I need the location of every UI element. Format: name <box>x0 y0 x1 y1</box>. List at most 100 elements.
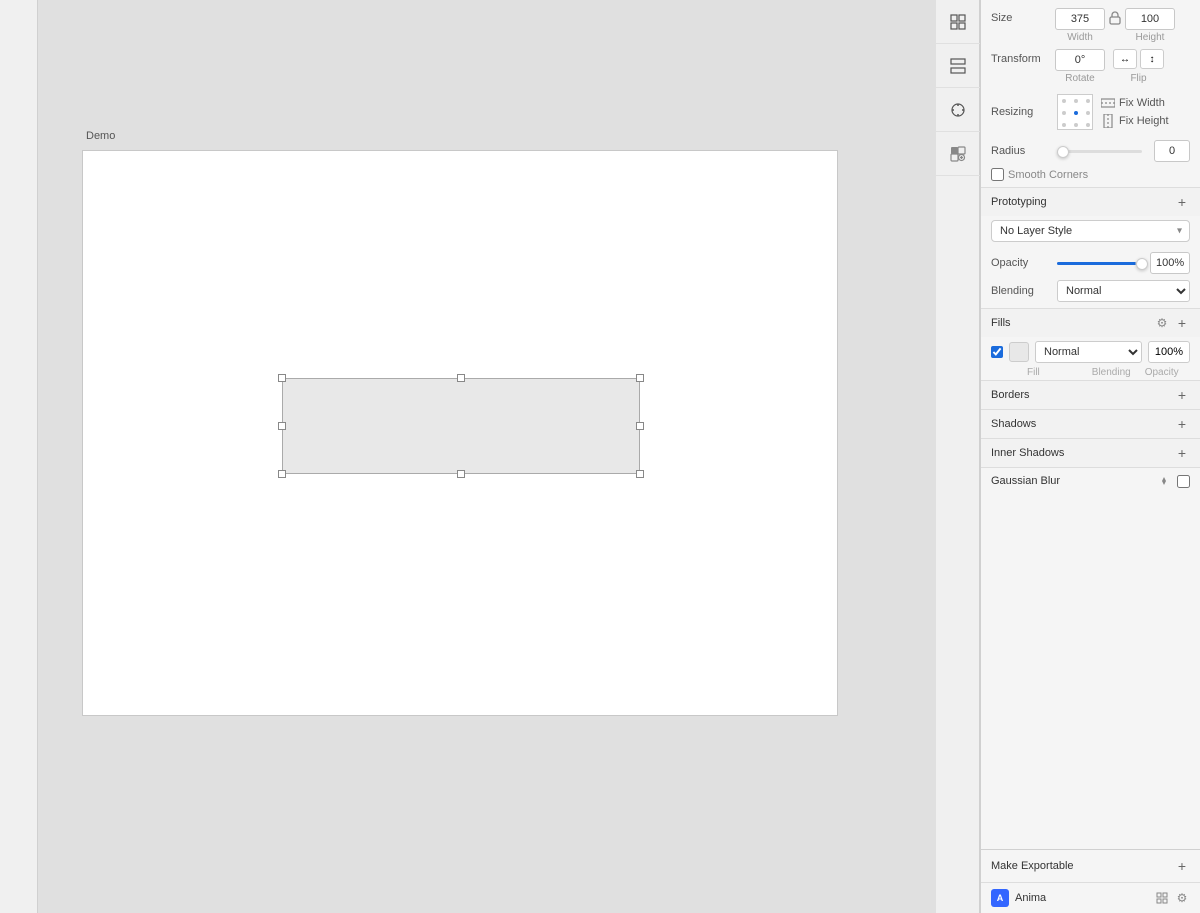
panel-btn-layout[interactable] <box>936 0 980 44</box>
make-exportable-row: Make Exportable + <box>981 849 1200 882</box>
panel-spacer <box>981 494 1200 849</box>
selected-element[interactable] <box>282 378 640 474</box>
handle-bottom-center[interactable] <box>457 470 465 478</box>
resizing-label: Resizing <box>991 106 1051 118</box>
width-input[interactable] <box>1055 8 1105 30</box>
shadows-label: Shadows <box>991 418 1036 430</box>
smooth-corners-checkbox[interactable] <box>991 168 1004 181</box>
height-label: Height <box>1136 32 1165 43</box>
borders-add-btn[interactable]: + <box>1174 387 1190 403</box>
selection-border <box>282 378 640 474</box>
fill-color-swatch[interactable] <box>1009 342 1029 362</box>
artboard[interactable] <box>82 150 838 716</box>
width-group: Width <box>1055 8 1105 43</box>
panel-icon-toolbar <box>936 0 980 913</box>
resizing-controls: Fix Width Fix Height <box>1057 94 1169 130</box>
fills-actions: ⚙ + <box>1154 315 1190 331</box>
make-exportable-label: Make Exportable <box>991 860 1074 872</box>
fix-height-label: Fix Height <box>1119 115 1169 127</box>
handle-mid-right[interactable] <box>636 422 644 430</box>
width-label: Width <box>1067 32 1093 43</box>
radius-slider[interactable] <box>1057 150 1142 153</box>
make-exportable-add-btn[interactable]: + <box>1174 858 1190 874</box>
opacity-label: Opacity <box>991 257 1051 269</box>
blending-label: Blending <box>991 285 1051 297</box>
flip-label: Flip <box>1113 73 1164 84</box>
handle-top-center[interactable] <box>457 374 465 382</box>
prototyping-header: Prototyping + <box>981 187 1200 216</box>
transform-section: Transform Rotate ↔ ↕ Flip <box>981 43 1200 84</box>
anima-layers-btn[interactable] <box>1154 890 1170 906</box>
handle-mid-left[interactable] <box>278 422 286 430</box>
left-toolbar <box>0 0 38 913</box>
opacity-thumb[interactable] <box>1136 258 1148 270</box>
fix-width-label: Fix Width <box>1119 97 1165 109</box>
resizing-section: Resizing <box>981 88 1200 136</box>
inner-shadows-header: Inner Shadows + <box>981 438 1200 467</box>
opacity-slider[interactable] <box>1057 262 1144 265</box>
flip-h-btn[interactable]: ↔ <box>1113 49 1137 69</box>
smooth-corners-row: Smooth Corners <box>981 168 1200 187</box>
fill-item: Normal <box>981 337 1200 367</box>
panel-btn-layers[interactable] <box>936 44 980 88</box>
anima-gear-btn[interactable]: ⚙ <box>1174 890 1190 906</box>
borders-label: Borders <box>991 389 1030 401</box>
radius-input[interactable] <box>1154 140 1190 162</box>
canvas-area: Demo <box>38 0 936 913</box>
layer-style-row: No Layer Style <box>981 216 1200 248</box>
transform-label: Transform <box>991 49 1051 65</box>
fills-gear-btn[interactable]: ⚙ <box>1154 315 1170 331</box>
size-label: Size <box>991 8 1051 24</box>
shadows-header: Shadows + <box>981 409 1200 438</box>
radius-label: Radius <box>991 145 1051 157</box>
panel-btn-inspect[interactable] <box>936 88 980 132</box>
opacity-input[interactable] <box>1150 252 1190 274</box>
handle-top-left[interactable] <box>278 374 286 382</box>
flip-controls: ↔ ↕ Flip <box>1113 49 1164 84</box>
prototyping-add-btn[interactable]: + <box>1174 194 1190 210</box>
fills-label: Fills <box>991 317 1011 329</box>
blending-select[interactable]: Normal <box>1057 280 1190 302</box>
handle-top-right[interactable] <box>636 374 644 382</box>
layer-style-select-wrapper: No Layer Style <box>991 220 1190 242</box>
panel-btn-assets[interactable] <box>936 132 980 176</box>
artboard-label: Demo <box>86 130 115 142</box>
resizing-grid[interactable] <box>1057 94 1093 130</box>
inner-shadows-add-btn[interactable]: + <box>1174 445 1190 461</box>
layer-style-select[interactable]: No Layer Style <box>991 220 1190 242</box>
shadows-add-btn[interactable]: + <box>1174 416 1190 432</box>
properties-panel: Size Width Height Transfor <box>980 0 1200 913</box>
fill-checkbox[interactable] <box>991 346 1003 358</box>
fix-width-option[interactable]: Fix Width <box>1101 96 1169 110</box>
flip-buttons: ↔ ↕ <box>1113 49 1164 69</box>
height-input[interactable] <box>1125 8 1175 30</box>
height-group: Height <box>1125 8 1175 43</box>
rotate-label: Rotate <box>1065 73 1094 84</box>
flip-v-btn[interactable]: ↕ <box>1140 49 1164 69</box>
fix-options: Fix Width Fix Height <box>1101 96 1169 128</box>
handle-bottom-left[interactable] <box>278 470 286 478</box>
gaussian-blur-row: Gaussian Blur <box>981 467 1200 494</box>
blending-select-wrapper: Normal <box>1057 280 1190 302</box>
fix-height-option[interactable]: Fix Height <box>1101 114 1169 128</box>
rotate-input[interactable] <box>1055 49 1105 71</box>
fills-header: Fills ⚙ + <box>981 308 1200 337</box>
borders-header: Borders + <box>981 380 1200 409</box>
radius-thumb[interactable] <box>1057 146 1069 158</box>
gaussian-blur-stepper-icon <box>1157 474 1171 488</box>
fill-opacity-input[interactable] <box>1148 341 1190 363</box>
anima-icon: A <box>991 889 1009 907</box>
fills-add-btn[interactable]: + <box>1174 315 1190 331</box>
rotate-group: Rotate <box>1055 49 1105 84</box>
gaussian-blur-label: Gaussian Blur <box>991 475 1151 487</box>
radius-row: Radius <box>981 136 1200 168</box>
blending-sublabel: Blending <box>1092 367 1131 378</box>
right-section: Size Width Height Transfor <box>936 0 1200 913</box>
lock-icon[interactable] <box>1109 8 1121 25</box>
prototyping-label: Prototyping <box>991 196 1047 208</box>
fill-blending-select[interactable]: Normal <box>1035 341 1142 363</box>
anima-label: Anima <box>1015 892 1148 904</box>
gaussian-blur-checkbox[interactable] <box>1177 475 1190 488</box>
handle-bottom-right[interactable] <box>636 470 644 478</box>
opacity-row: Opacity <box>981 248 1200 278</box>
